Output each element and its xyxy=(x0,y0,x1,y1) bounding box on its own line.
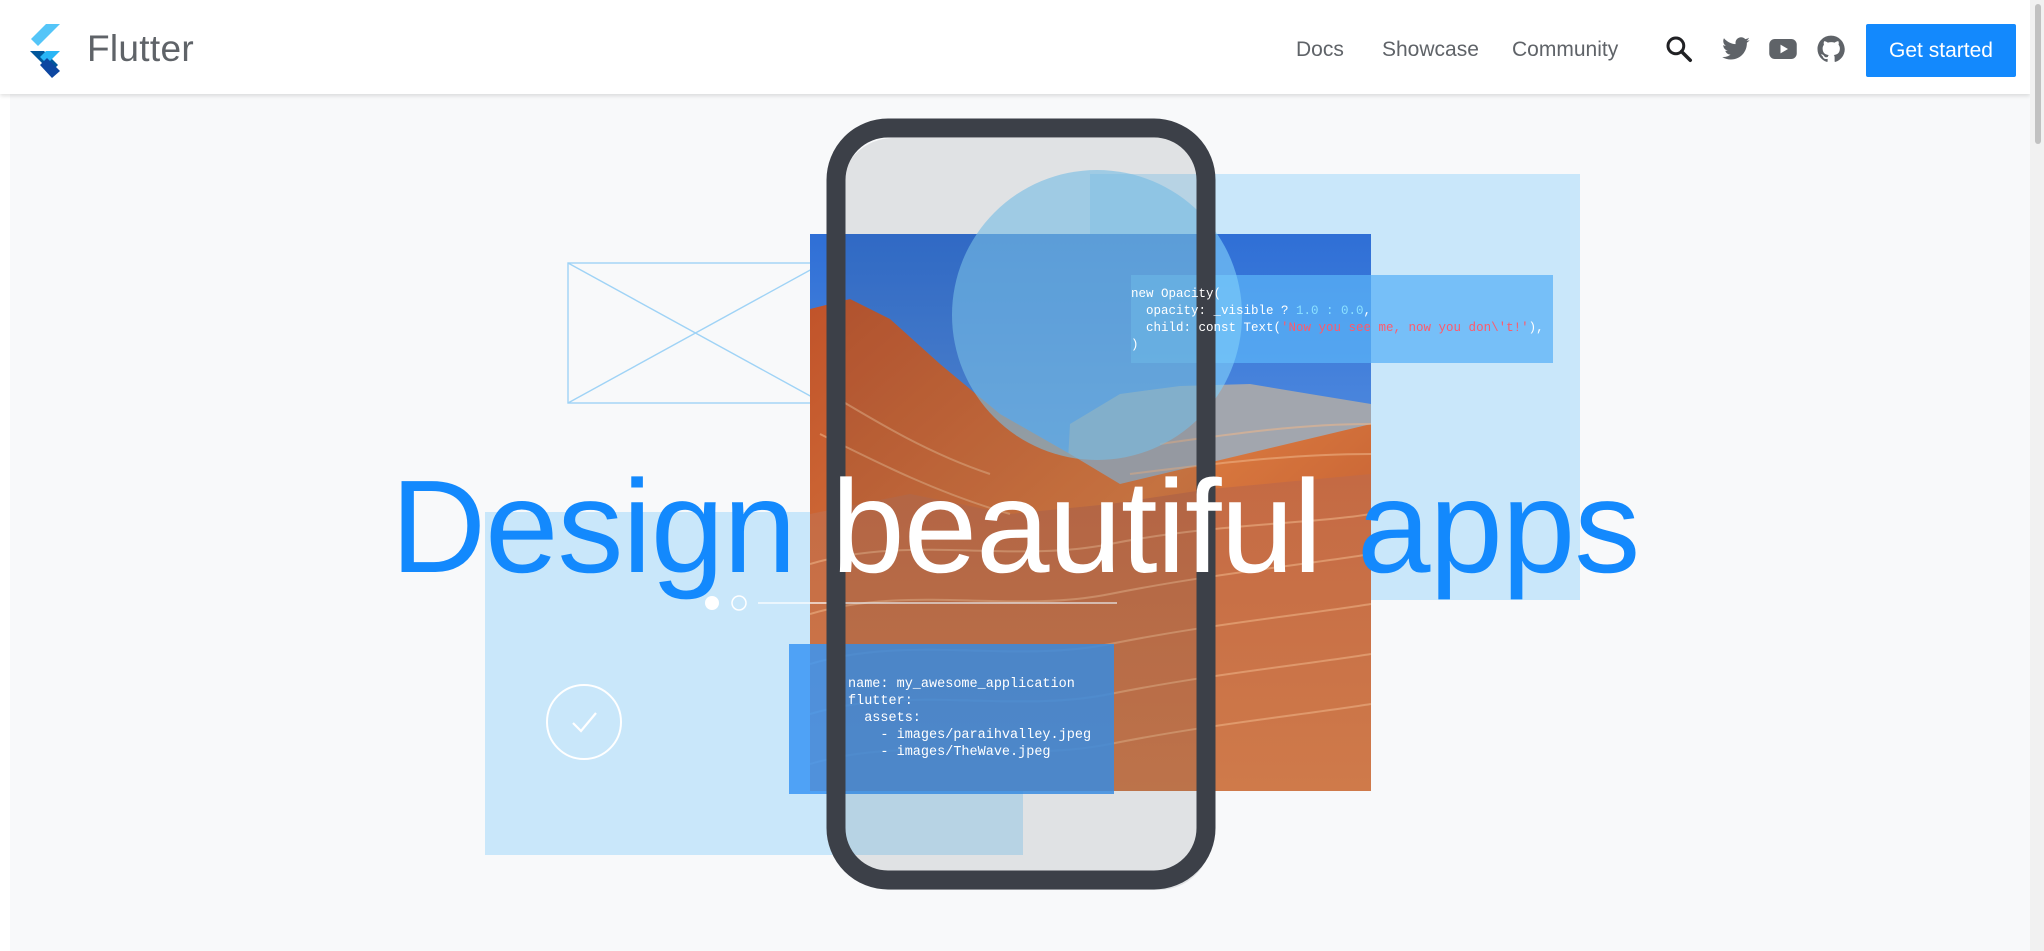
opacity-code-snippet: new Opacity( opacity: _visible ? 1.0 : 0… xyxy=(1131,286,1544,354)
code-line: assets: xyxy=(848,711,921,726)
nav-community[interactable]: Community xyxy=(1512,38,1618,62)
code-line: child: const Text('Now you see me, now y… xyxy=(1131,321,1544,335)
twitter-icon[interactable] xyxy=(1721,34,1751,64)
get-started-button[interactable]: Get started xyxy=(1866,24,2016,77)
github-icon[interactable] xyxy=(1816,34,1846,64)
code-line: new Opacity( xyxy=(1131,287,1222,301)
pubspec-code-snippet: name: my_awesome_application flutter: ass… xyxy=(848,676,1091,761)
headline-word-design: Design xyxy=(390,453,797,600)
code-line: - images/paraihvalley.jpeg xyxy=(848,728,1092,743)
nav-docs[interactable]: Docs xyxy=(1296,38,1344,62)
code-line: name: my_awesome_application xyxy=(848,677,1075,692)
headline-word-apps: apps xyxy=(1357,453,1640,600)
scrollbar-thumb[interactable] xyxy=(2035,4,2041,144)
code-line: opacity: _visible ? 1.0 : 0.0, xyxy=(1131,304,1372,318)
hero-headline: Design beautiful apps xyxy=(0,452,2030,602)
brand-name[interactable]: Flutter xyxy=(87,28,194,70)
youtube-icon[interactable] xyxy=(1768,34,1798,64)
top-nav-bar: Flutter Docs Showcase Community Get star… xyxy=(0,0,2030,94)
nav-showcase[interactable]: Showcase xyxy=(1382,38,1479,62)
code-line: ) xyxy=(1131,338,1139,352)
headline-word-beautiful: beautiful xyxy=(831,453,1322,600)
flutter-logo[interactable] xyxy=(30,24,74,78)
image-placeholder-wireframe xyxy=(567,262,824,404)
code-line: flutter: xyxy=(848,694,913,709)
search-icon[interactable] xyxy=(1664,34,1694,64)
code-line: - images/TheWave.jpeg xyxy=(848,745,1051,760)
